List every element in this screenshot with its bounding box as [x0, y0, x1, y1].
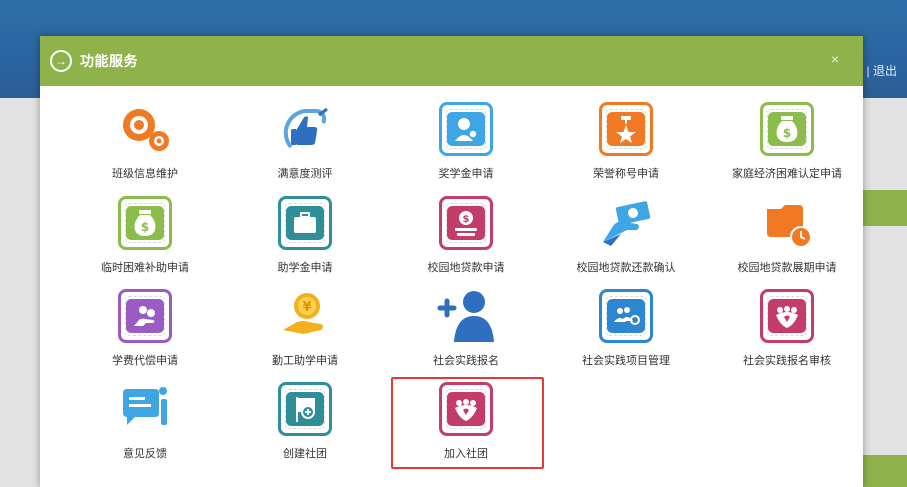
tile-class-info[interactable]: 班级信息维护: [70, 99, 220, 191]
tile-temporary-aid[interactable]: $ 临时困难补助申请: [70, 193, 220, 285]
tile-label: 社会实践报名审核: [743, 355, 831, 367]
tile-feedback[interactable]: 意见反馈: [70, 379, 220, 471]
tile-label: 社会实践项目管理: [582, 355, 670, 367]
tile-label: 意见反馈: [123, 448, 167, 460]
tile-social-practice-signup[interactable]: 社会实践报名: [391, 286, 541, 378]
gears-icon: [115, 99, 175, 159]
modal-header: → 功能服务 ×: [40, 36, 863, 86]
background-panel-header: [862, 455, 907, 487]
tile-label: 助学金申请: [277, 262, 333, 274]
medal-star-icon: [596, 99, 656, 159]
enter-icon: →: [50, 50, 72, 72]
tile-grant-application[interactable]: 助学金申请: [230, 193, 380, 285]
tile-label: 校园地贷款申请: [427, 262, 505, 274]
briefcase-icon: [275, 193, 335, 253]
coins-hand-icon: [115, 286, 175, 346]
svg-text:¥: ¥: [302, 300, 311, 315]
tile-label: 学费代偿申请: [112, 355, 178, 367]
coin-hand-icon: $: [436, 193, 496, 253]
tile-label: 社会实践报名: [433, 355, 499, 367]
background-panel-header: [862, 190, 907, 226]
tile-label: 勤工助学申请: [272, 355, 338, 367]
money-bag-icon: $: [115, 193, 175, 253]
tile-label: 奖学金申请: [438, 168, 494, 180]
tile-label: 临时困难补助申请: [101, 262, 189, 274]
tile-label: 创建社团: [283, 448, 327, 460]
svg-text:$: $: [463, 214, 470, 225]
tile-honor-title[interactable]: 荣誉称号申请: [551, 99, 701, 191]
tile-scholarship-application[interactable]: 奖学金申请: [391, 99, 541, 191]
tile-campus-loan-extension[interactable]: 校园地贷款展期申请: [712, 193, 862, 285]
tile-label: 加入社团: [444, 448, 488, 460]
close-button[interactable]: ×: [831, 51, 839, 67]
tile-family-hardship[interactable]: $ 家庭经济困难认定申请: [712, 99, 862, 191]
community-heart-icon: [757, 286, 817, 346]
calendar-clock-icon: [757, 193, 817, 253]
svg-text:$: $: [783, 126, 791, 140]
svg-text:$: $: [141, 220, 149, 234]
coin-hand-icon: ¥: [275, 286, 335, 346]
team-gear-icon: [596, 286, 656, 346]
tile-tuition-compensation[interactable]: 学费代偿申请: [70, 286, 220, 378]
service-grid: 班级信息维护 满意度测评 奖学金申请 荣誉称号申请 $ 家庭经济困难认定申请 $…: [40, 86, 863, 487]
scholarship-user-icon: [436, 99, 496, 159]
tile-work-study[interactable]: ¥ 勤工助学申请: [230, 286, 380, 378]
money-bag-icon: $: [757, 99, 817, 159]
tile-label: 荣誉称号申请: [593, 168, 659, 180]
flag-plus-icon: [275, 379, 335, 439]
tile-social-practice-management[interactable]: 社会实践项目管理: [551, 286, 701, 378]
community-heart-icon: [436, 379, 496, 439]
tile-campus-loan-repayment[interactable]: 校园地贷款还款确认: [551, 193, 701, 285]
tile-join-club[interactable]: 加入社团: [391, 379, 541, 471]
logout-link[interactable]: | 退出: [867, 62, 897, 79]
tile-label: 家庭经济困难认定申请: [732, 168, 842, 180]
modal-title: 功能服务: [80, 53, 138, 69]
tile-label: 班级信息维护: [112, 168, 178, 180]
tile-label: 满意度测评: [277, 168, 333, 180]
tile-label: 校园地贷款展期申请: [737, 262, 837, 274]
tile-campus-loan[interactable]: $ 校园地贷款申请: [391, 193, 541, 285]
feedback-chat-icon: [115, 379, 175, 439]
tile-label: 校园地贷款还款确认: [576, 262, 676, 274]
thumbs-up-icon: [275, 99, 335, 159]
function-services-modal: → 功能服务 × 班级信息维护 满意度测评 奖学金申请 荣誉称号申请 $ 家庭经…: [40, 36, 863, 487]
tile-create-club[interactable]: 创建社团: [230, 379, 380, 471]
add-user-icon: [436, 286, 496, 346]
tile-satisfaction-survey[interactable]: 满意度测评: [230, 99, 380, 191]
tile-social-practice-review[interactable]: 社会实践报名审核: [712, 286, 862, 378]
cash-hand-icon: [596, 193, 656, 253]
